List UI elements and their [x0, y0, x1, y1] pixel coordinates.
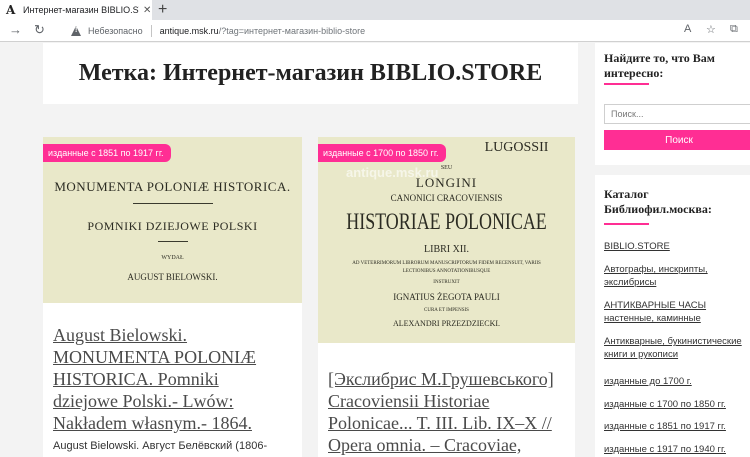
book-editor-label: WYDAŁ: [161, 255, 184, 261]
collections-icon[interactable]: ⧉: [730, 23, 738, 36]
address-separator: [150, 25, 152, 37]
catalog-link[interactable]: Антикварные, букинистические книги и рук…: [604, 335, 750, 361]
favorites-star-icon[interactable]: ☆: [706, 23, 716, 36]
book-line: LECTIONIBUS ANNOTATIONIBUSQUE: [402, 269, 491, 274]
post-excerpt: August Bielowski. Август Белёвский (1806…: [53, 440, 268, 452]
catalog-link[interactable]: изданные с 1851 по 1917 гг.: [604, 420, 750, 433]
search-widget: Найдите то, что Вам интересно: Поиск: [595, 43, 750, 165]
title-accent: [604, 83, 649, 85]
post-thumbnail[interactable]: MONUMENTA POLONIÆ HISTORICA. POMNIKI DZI…: [43, 137, 302, 303]
archive-header: Метка: Интернет-магазин BIBLIO.STORE: [43, 43, 578, 104]
post-card: LUGOSSII antique.msk.ru SEU LONGINI CANO…: [318, 137, 575, 457]
address-bar[interactable]: Небезопасно antique.msk.ru/?tag=интернет…: [59, 22, 689, 40]
catalog-link[interactable]: BIBLIO.STORE: [604, 240, 750, 253]
catalog-widget: Каталог Библиофил.москва: BIBLIO.STORE А…: [595, 175, 750, 457]
post-title-link[interactable]: [Экслибрис М.Грушевського] Cracoviensii …: [328, 368, 568, 456]
divider: [133, 203, 213, 204]
search-input[interactable]: [604, 104, 750, 124]
url-host: antique.msk.ru: [159, 26, 219, 36]
search-widget-title: Найдите то, что Вам интересно:: [604, 51, 715, 80]
book-main-title: HISTORIAE POLONICAE: [346, 209, 547, 234]
new-tab-button[interactable]: +: [158, 1, 167, 19]
site-favicon-icon: A: [6, 3, 16, 17]
catalog-link[interactable]: Автографы, инскрипты, экслибрисы: [604, 263, 750, 289]
catalog-link[interactable]: изданные с 1917 по 1940 гг.: [604, 443, 750, 456]
catalog-widget-title: Каталог Библиофил.москва:: [604, 187, 712, 216]
book-line: ALEXANDRI PRZEZDZIECKI.: [392, 319, 501, 328]
close-tab-icon[interactable]: ✕: [143, 5, 151, 16]
post-thumbnail[interactable]: LUGOSSII antique.msk.ru SEU LONGINI CANO…: [318, 137, 575, 343]
tab-title: Интернет-магазин BIBLIO.STORE: [23, 5, 139, 15]
read-aloud-icon[interactable]: A: [684, 23, 691, 35]
title-accent: [604, 223, 649, 225]
page-viewport: Метка: Интернет-магазин BIBLIO.STORE MON…: [0, 43, 750, 457]
warning-icon[interactable]: [71, 25, 82, 37]
book-line: CURA ET IMPENSIS: [424, 308, 469, 313]
browser-tab-bar: A Интернет-магазин BIBLIO.STORE ✕ +: [0, 0, 750, 20]
book-line: INSTRUXIT: [433, 280, 460, 285]
post-title-link[interactable]: August Bielowski. MONUMENTA POLONIÆ HIST…: [53, 324, 288, 434]
book-subtitle-line: POMNIKI DZIEJOWE POLSKI: [87, 219, 258, 233]
back-arrow-icon[interactable]: →: [9, 22, 22, 37]
book-line: AD VETERRIMORUM LIBRORUM MANUSCRIPTORUM …: [352, 261, 541, 266]
book-title-line: MONUMENTA POLONIÆ HISTORICA.: [54, 179, 291, 194]
url-text[interactable]: antique.msk.ru/?tag=интернет-магазин-bib…: [160, 26, 365, 36]
book-line: LIBRI XII.: [424, 244, 469, 255]
post-card: MONUMENTA POLONIÆ HISTORICA. POMNIKI DZI…: [43, 137, 302, 457]
book-author-line: AUGUST BIELOWSKI.: [127, 272, 218, 282]
page-title: Метка: Интернет-магазин BIBLIO.STORE: [78, 60, 543, 86]
reload-icon[interactable]: ↻: [34, 22, 45, 38]
browser-toolbar: → ↻ Небезопасно antique.msk.ru/?tag=инте…: [0, 20, 750, 42]
book-line: LONGINI: [415, 175, 478, 190]
url-path: /?tag=интернет-магазин-biblio-store: [218, 26, 366, 36]
catalog-link[interactable]: изданные до 1700 г.: [604, 375, 750, 388]
book-line: SEU: [440, 165, 453, 171]
security-label[interactable]: Небезопасно: [88, 26, 143, 36]
browser-tab-active[interactable]: A Интернет-магазин BIBLIO.STORE ✕: [0, 0, 152, 20]
divider: [158, 241, 188, 242]
category-badge[interactable]: изданные с 1700 по 1850 гг.: [318, 144, 446, 162]
catalog-link[interactable]: АНТИКВАРНЫЕ ЧАСЫ настенные, каминные: [604, 299, 750, 325]
category-badge[interactable]: изданные с 1851 по 1917 гг.: [43, 144, 171, 162]
book-line: IGNATIUS ŻEGOTA PAULI: [393, 292, 500, 302]
book-line: CANONICI CRACOVIENSIS: [390, 193, 503, 203]
search-button[interactable]: Поиск: [604, 130, 750, 150]
catalog-link[interactable]: изданные с 1700 по 1850 гг.: [604, 398, 750, 411]
